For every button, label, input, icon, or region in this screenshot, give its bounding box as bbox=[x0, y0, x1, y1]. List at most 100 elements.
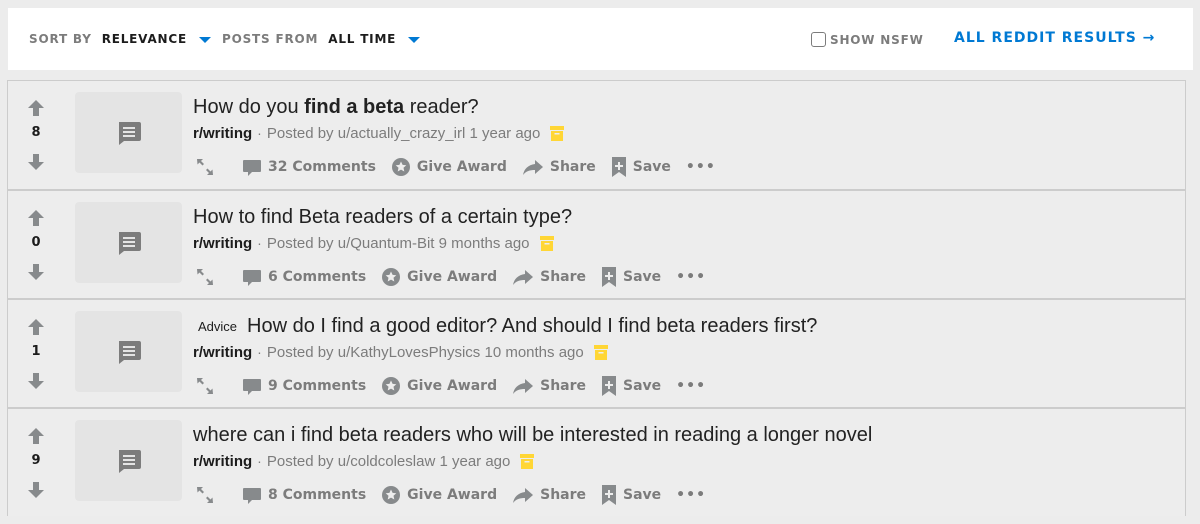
share-button[interactable]: Share bbox=[522, 157, 596, 177]
post-row[interactable]: 0 How to find Beta readers of a certain … bbox=[8, 189, 1185, 298]
post-actions: 9 Comments Give Award Share Save ••• bbox=[193, 373, 1175, 399]
comments-button[interactable]: 9 Comments bbox=[242, 376, 366, 396]
subreddit-link[interactable]: r/writing bbox=[193, 453, 252, 470]
give-award-label: Give Award bbox=[407, 487, 498, 503]
share-label: Share bbox=[540, 378, 587, 394]
post-thumbnail[interactable] bbox=[75, 420, 182, 501]
more-options-icon[interactable]: ••• bbox=[676, 269, 706, 285]
text-post-icon bbox=[118, 449, 141, 473]
post-thumbnail[interactable] bbox=[75, 92, 182, 173]
more-options-icon[interactable]: ••• bbox=[676, 378, 706, 394]
post-flair[interactable]: Advice bbox=[193, 318, 244, 334]
save-button[interactable]: Save bbox=[611, 156, 671, 178]
post-title[interactable]: How do I find a good editor? And should … bbox=[247, 315, 817, 338]
author-link[interactable]: u/coldcoleslaw bbox=[338, 453, 436, 470]
award-icon bbox=[382, 486, 401, 504]
post-row[interactable]: 9 where can i find beta readers who will… bbox=[8, 407, 1185, 516]
upvote-icon[interactable] bbox=[27, 209, 45, 227]
post-actions: 6 Comments Give Award Share Save ••• bbox=[193, 264, 1175, 290]
post-age: 9 months ago bbox=[438, 234, 530, 252]
subreddit-link[interactable]: r/writing bbox=[193, 125, 252, 142]
sort-by-dropdown[interactable]: RELEVANCE bbox=[102, 32, 211, 46]
save-label: Save bbox=[623, 487, 662, 503]
archived-icon bbox=[593, 344, 608, 360]
expand-icon[interactable] bbox=[195, 267, 215, 287]
author-link[interactable]: u/KathyLovesPhysics bbox=[338, 344, 481, 361]
author-link[interactable]: u/Quantum-Bit bbox=[338, 235, 435, 252]
more-options-icon[interactable]: ••• bbox=[686, 159, 716, 175]
meta-separator: · bbox=[257, 453, 262, 469]
share-button[interactable]: Share bbox=[512, 376, 586, 396]
sort-by-group: SORT BY RELEVANCE bbox=[29, 32, 211, 46]
subreddit-link[interactable]: r/writing bbox=[193, 235, 252, 252]
meta-separator: · bbox=[257, 344, 262, 360]
share-button[interactable]: Share bbox=[512, 485, 586, 505]
upvote-icon[interactable] bbox=[27, 99, 45, 117]
author-link[interactable]: u/actually_crazy_irl bbox=[338, 125, 466, 142]
comments-count: 32 Comments bbox=[268, 159, 376, 175]
archived-icon bbox=[550, 125, 565, 141]
share-icon bbox=[513, 379, 534, 394]
posts-from-dropdown[interactable]: ALL TIME bbox=[328, 32, 421, 46]
post-title[interactable]: How do you find a beta reader? bbox=[193, 96, 479, 119]
bookmark-icon bbox=[602, 485, 617, 505]
give-award-label: Give Award bbox=[407, 269, 498, 285]
post-row[interactable]: 1 Advice How do I find a good editor? An… bbox=[8, 298, 1185, 407]
save-button[interactable]: Save bbox=[601, 266, 661, 288]
share-button[interactable]: Share bbox=[512, 267, 586, 287]
post-meta: r/writing · Posted by u/Quantum-Bit 9 mo… bbox=[193, 231, 1175, 255]
post-age: 1 year ago bbox=[469, 124, 541, 142]
post-age: 10 months ago bbox=[484, 343, 584, 361]
post-title-row: Advice How do I find a good editor? And … bbox=[193, 313, 1175, 339]
award-icon bbox=[391, 158, 410, 176]
upvote-icon[interactable] bbox=[27, 318, 45, 336]
nsfw-checkbox[interactable] bbox=[811, 32, 826, 47]
give-award-button[interactable]: Give Award bbox=[381, 267, 497, 287]
give-award-button[interactable]: Give Award bbox=[381, 485, 497, 505]
post-thumbnail[interactable] bbox=[75, 311, 182, 392]
expand-icon[interactable] bbox=[195, 157, 215, 177]
save-button[interactable]: Save bbox=[601, 375, 661, 397]
text-post-icon bbox=[118, 121, 141, 145]
expand-icon[interactable] bbox=[195, 485, 215, 505]
give-award-button[interactable]: Give Award bbox=[381, 376, 497, 396]
comments-button[interactable]: 8 Comments bbox=[242, 485, 366, 505]
downvote-icon[interactable] bbox=[27, 481, 45, 499]
posts-from-label: POSTS FROM bbox=[222, 32, 319, 46]
post-actions: 8 Comments Give Award Share Save ••• bbox=[193, 482, 1175, 508]
post-title-row: where can i find beta readers who will b… bbox=[193, 422, 1175, 448]
share-icon bbox=[513, 488, 534, 503]
show-nsfw-toggle[interactable]: SHOW NSFW bbox=[811, 32, 924, 47]
downvote-icon[interactable] bbox=[27, 263, 45, 281]
post-thumbnail[interactable] bbox=[75, 202, 182, 283]
expand-icon[interactable] bbox=[195, 376, 215, 396]
post-meta: r/writing · Posted by u/actually_crazy_i… bbox=[193, 121, 1175, 145]
bookmark-icon bbox=[602, 376, 617, 396]
meta-separator: · bbox=[257, 125, 262, 141]
give-award-button[interactable]: Give Award bbox=[391, 157, 507, 177]
save-button[interactable]: Save bbox=[601, 484, 661, 506]
sort-by-value: RELEVANCE bbox=[101, 32, 187, 46]
share-icon bbox=[522, 160, 543, 175]
subreddit-link[interactable]: r/writing bbox=[193, 344, 252, 361]
vote-column: 1 bbox=[8, 300, 64, 407]
all-reddit-results-link[interactable]: ALL REDDIT RESULTS → bbox=[954, 30, 1155, 46]
share-label: Share bbox=[540, 487, 587, 503]
sort-by-label: SORT BY bbox=[29, 32, 92, 46]
post-title[interactable]: where can i find beta readers who will b… bbox=[193, 424, 872, 447]
comments-button[interactable]: 6 Comments bbox=[242, 267, 366, 287]
post-content: How do you find a beta reader? r/writing… bbox=[193, 94, 1175, 180]
search-results-list: 8 How do you find a beta reader? r/writi… bbox=[7, 80, 1186, 516]
post-title[interactable]: How to find Beta readers of a certain ty… bbox=[193, 206, 572, 229]
share-label: Share bbox=[549, 159, 596, 175]
downvote-icon[interactable] bbox=[27, 153, 45, 171]
vote-score: 1 bbox=[31, 344, 41, 359]
comments-button[interactable]: 32 Comments bbox=[242, 157, 376, 177]
posts-from-value: ALL TIME bbox=[328, 32, 397, 46]
vote-column: 8 bbox=[8, 81, 64, 189]
posted-by-text: Posted by u/KathyLovesPhysics 10 months … bbox=[266, 343, 584, 361]
downvote-icon[interactable] bbox=[27, 372, 45, 390]
more-options-icon[interactable]: ••• bbox=[676, 487, 706, 503]
post-row[interactable]: 8 How do you find a beta reader? r/writi… bbox=[8, 80, 1185, 189]
upvote-icon[interactable] bbox=[27, 427, 45, 445]
